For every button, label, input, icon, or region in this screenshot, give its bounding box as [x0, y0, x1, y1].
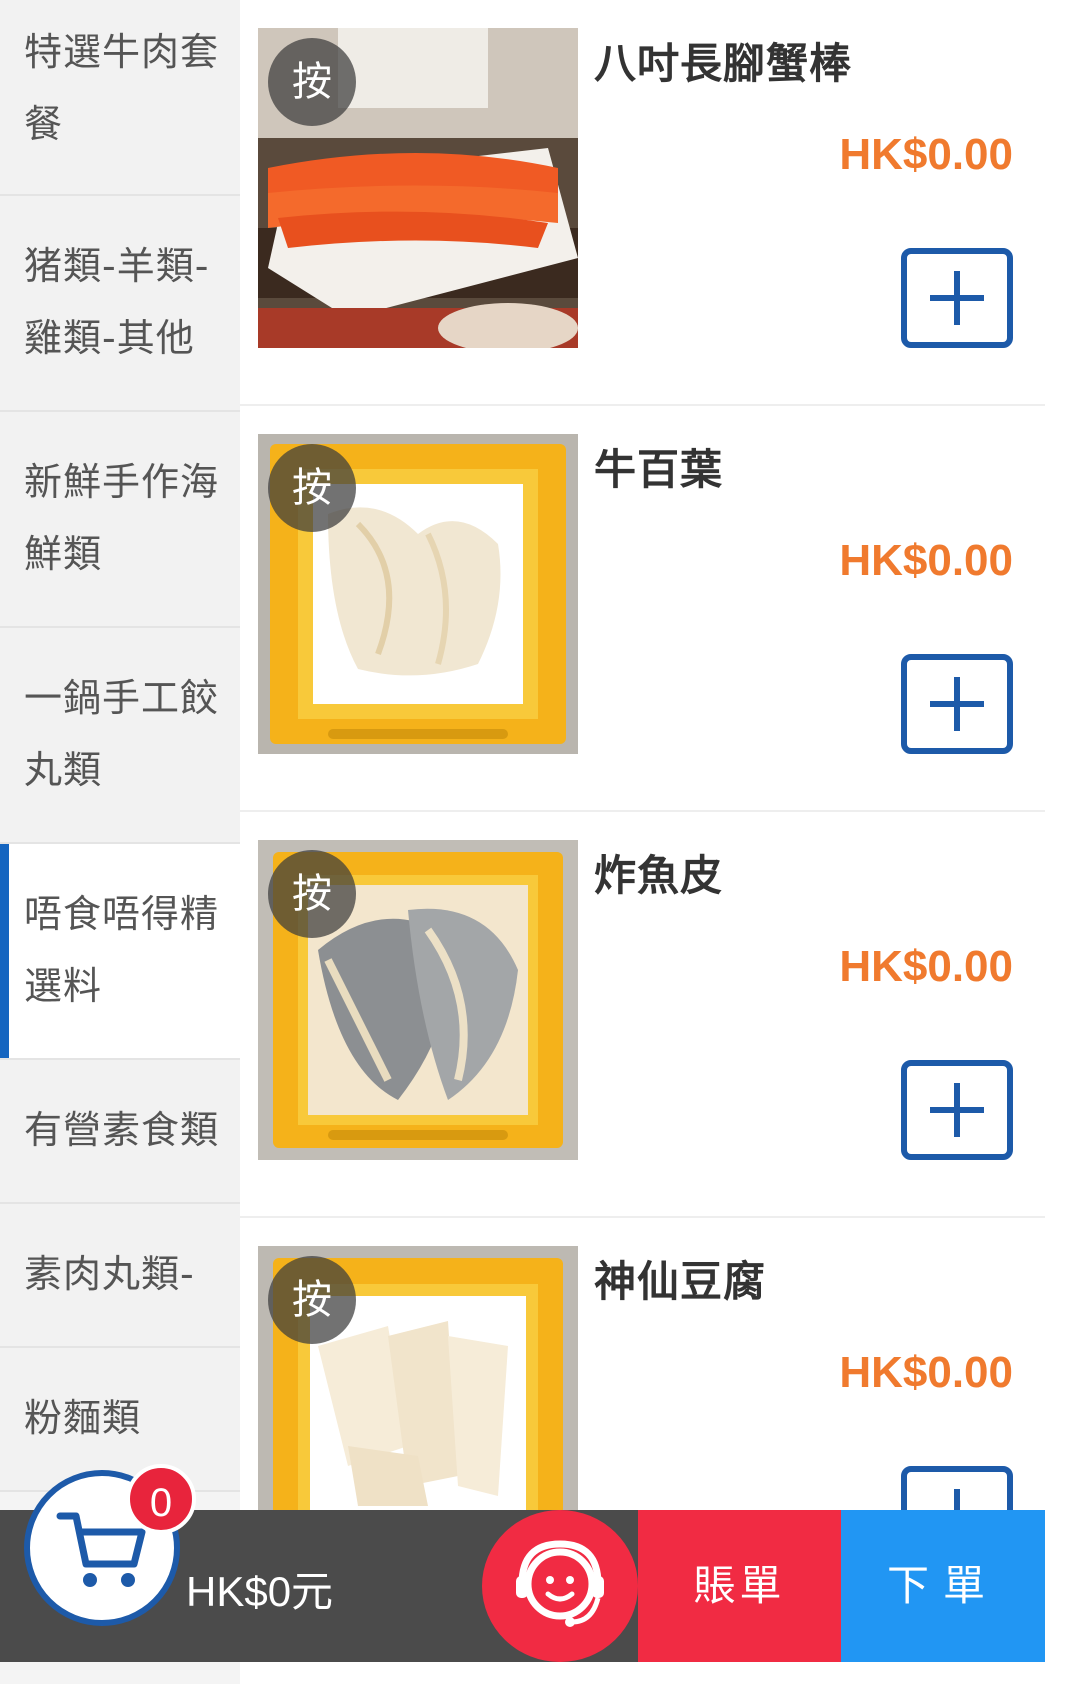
press-badge: 按 — [268, 1256, 356, 1344]
customer-service-icon — [516, 1540, 604, 1627]
press-badge: 按 — [268, 850, 356, 938]
add-to-cart-button[interactable] — [901, 1060, 1013, 1160]
sidebar-item-label: 鮮類 — [24, 532, 103, 576]
place-order-button[interactable]: 下單 — [841, 1510, 1045, 1662]
product-name: 牛百葉 — [594, 445, 724, 494]
bottom-action-bar: 0 HK$0元 賬單 下單 — [0, 1464, 1045, 1662]
bill-button[interactable]: 賬單 — [638, 1510, 841, 1662]
press-badge: 按 — [268, 38, 356, 126]
product-name: 神仙豆腐 — [594, 1257, 767, 1306]
sidebar-item-label: 一鍋手工餃 — [24, 676, 220, 720]
sidebar-item-label: 丸類 — [24, 748, 103, 792]
sidebar-item-premium-beef[interactable]: 特選牛肉套 餐 — [0, 0, 240, 196]
sidebar-item-noodles[interactable]: 粉麵類 — [0, 1348, 240, 1492]
sidebar-item-veg-meatballs[interactable]: 素肉丸類- — [0, 1204, 240, 1348]
product-name: 八吋長腳蟹棒 — [594, 39, 853, 88]
sidebar-item-seafood[interactable]: 新鮮手作海 鮮類 — [0, 412, 240, 628]
add-to-cart-button[interactable] — [901, 248, 1013, 348]
category-sidebar: 特選牛肉套 餐 猪類-羊類- 雞類-其他 新鮮手作海 鮮類 一鍋手工餃 丸類 唔… — [0, 0, 240, 1684]
add-to-cart-button[interactable] — [901, 654, 1013, 754]
sidebar-item-label: 特選牛肉套 — [24, 30, 220, 74]
press-badge: 按 — [268, 444, 356, 532]
product-card: 按 牛百葉 HK$0.00 — [240, 406, 1045, 812]
customer-service-button[interactable] — [482, 1510, 638, 1662]
product-price: HK$0.00 — [839, 536, 1013, 585]
sidebar-item-dumplings-balls[interactable]: 一鍋手工餃 丸類 — [0, 628, 240, 844]
sidebar-item-label: 有營素食類 — [24, 1108, 220, 1152]
sidebar-item-label: 素肉丸類- — [24, 1252, 195, 1296]
product-price: HK$0.00 — [839, 942, 1013, 991]
product-name: 炸魚皮 — [594, 851, 724, 900]
sidebar-item-label: 粉麵類 — [24, 1396, 142, 1440]
sidebar-item-pork-lamb-chicken[interactable]: 猪類-羊類- 雞類-其他 — [0, 196, 240, 412]
sidebar-item-vegetarian[interactable]: 有營素食類 — [0, 1060, 240, 1204]
cart-total: HK$0元 — [186, 1568, 334, 1615]
sidebar-item-signature-selections[interactable]: 唔食唔得精 選料 — [0, 844, 240, 1060]
sidebar-item-label: 餐 — [24, 102, 64, 146]
product-image[interactable]: 按 — [258, 840, 578, 1160]
product-image[interactable]: 按 — [258, 434, 578, 754]
product-list: 按 八吋長腳蟹棒 HK$0.00 按 牛百葉 HK$0.00 按 炸魚皮 HK$… — [240, 0, 1045, 1684]
cart-count-badge: 0 — [126, 1464, 196, 1534]
product-price: HK$0.00 — [839, 1348, 1013, 1397]
sidebar-item-label: 選料 — [24, 964, 103, 1008]
product-card: 按 八吋長腳蟹棒 HK$0.00 — [240, 0, 1045, 406]
product-card: 按 炸魚皮 HK$0.00 — [240, 812, 1045, 1218]
product-price: HK$0.00 — [839, 130, 1013, 179]
sidebar-item-label: 猪類-羊類- — [24, 244, 210, 288]
sidebar-item-label: 新鮮手作海 — [24, 460, 220, 504]
product-image[interactable]: 按 — [258, 28, 578, 348]
sidebar-item-label: 雞類-其他 — [24, 316, 195, 360]
sidebar-item-label: 唔食唔得精 — [24, 892, 220, 936]
